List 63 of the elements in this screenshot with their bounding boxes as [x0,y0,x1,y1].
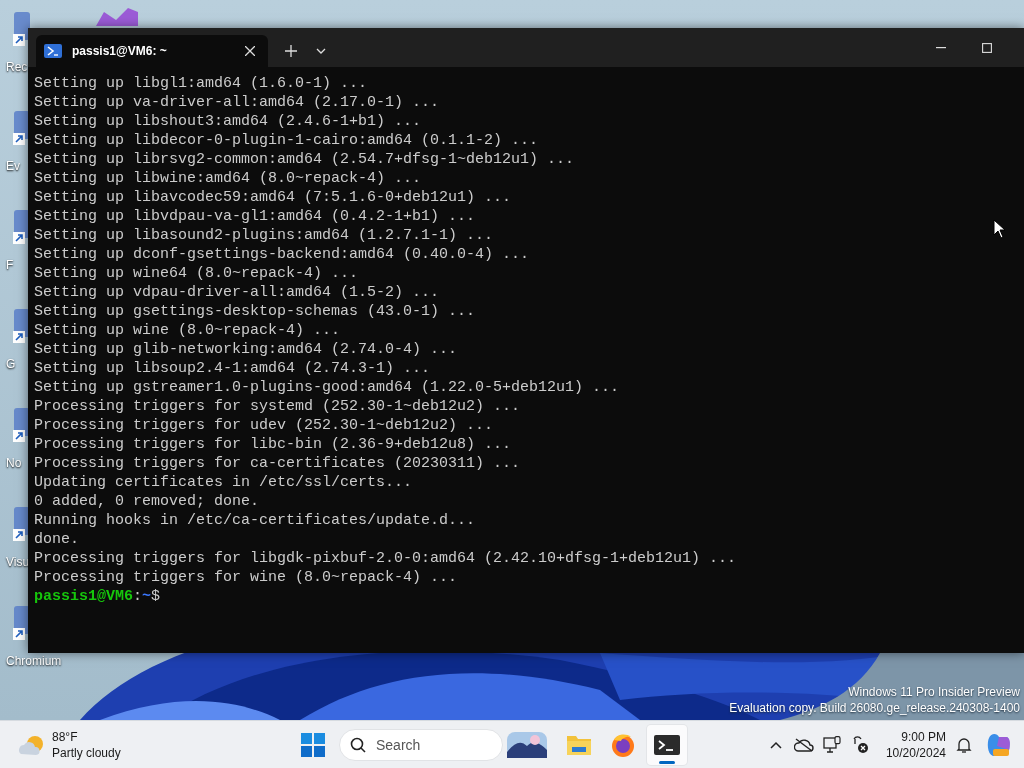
output-line: Processing triggers for systemd (252.30-1~deb12u2) ... [34,397,521,416]
bell-icon [956,735,972,754]
prompt-user-host: passis1@VM6 [34,588,134,605]
output-line: Setting up libdecor-0-plugin-1-cairo:amd64 (0.1.1-2) ... [34,131,539,150]
output-line: Setting up dconf-gsettings-backend:amd64 (0.40.0-4) ... [34,245,530,264]
output-line: Setting up gstreamer1.0-plugins-good:amd64 (1.22.0-5+deb12u1) ... [34,378,620,397]
output-line: Running hooks in /etc/ca-certificates/update.d... [34,511,476,530]
output-line: Setting up libvdpau-va-gl1:amd64 (0.4.2-1+b1) ... [34,207,476,226]
icon-label: Rec [6,60,28,74]
minimize-icon [936,46,946,49]
tab-title: passis1@VM6: ~ [72,44,168,58]
output-line: done. [34,530,79,549]
icon-label: Ev [6,159,20,173]
output-line: Processing triggers for wine (8.0~repack-4) ... [34,568,458,587]
powershell-icon [44,44,62,58]
cursor-icon [993,219,1007,239]
output-line: Setting up wine64 (8.0~repack-4) ... [34,264,359,283]
weather-condition: Partly cloudy [52,744,121,761]
terminal-tab[interactable]: passis1@VM6: ~ [36,35,268,67]
watermark-text: Evaluation copy. Build 26080.ge_release.240308-1400 [729,700,1020,716]
output-line: Updating certificates in /etc/ssl/certs... [34,473,413,492]
search-placeholder: Search [376,736,421,753]
close-icon [245,46,255,56]
output-line: Setting up libwine:amd64 (8.0~repack-4) ... [34,169,422,188]
maximize-icon [982,42,992,53]
clock[interactable]: 9:00 PM 10/20/2024 [881,728,950,761]
output-line: Setting up libasound2-plugins:amd64 (1.2.7.1-1) ... [34,226,494,245]
output-line: Setting up va-driver-all:amd64 (2.17.0-1) ... [34,93,440,112]
copilot-icon [985,731,1011,758]
output-line: Processing triggers for udev (252.30-1~deb12u2) ... [34,416,494,435]
icon-label: Visu [6,555,30,569]
prompt-path: ~ [142,588,152,605]
output-line: Setting up glib-networking:amd64 (2.74.0-4) ... [34,340,458,359]
icon-label: G [6,357,16,371]
output-line: Setting up libshout3:amd64 (2.4.6-1+b1) ... [34,112,422,131]
output-line: Processing triggers for libgdk-pixbuf-2.0-0:amd64 (2.42.10+dfsg-1+deb12u1) ... [34,549,737,568]
temperature: 88°F [52,728,79,745]
search-icon [350,736,366,753]
icon-label: No [6,456,22,470]
search-field[interactable]: Search [339,728,503,761]
output-line: Processing triggers for libc-bin (2.36-9+deb12u8) ... [34,435,512,454]
plus-icon [285,45,297,57]
output-line: Setting up libgl1:amd64 (1.6.0-1) ... [34,74,368,93]
watermark-text: Windows 11 Pro Insider Preview [847,684,1020,700]
output-line: Setting up vdpau-driver-all:amd64 (1.5-2) ... [34,283,440,302]
cloud-off-icon [793,737,814,752]
output-line: Setting up librsvg2-common:amd64 (2.54.7+dfsg-1~deb12u1) ... [34,150,575,169]
network-icon [822,735,841,754]
output-line: 0 added, 0 removed; done. [34,492,260,511]
output-line: Processing triggers for ca-certificates (20230311) ... [34,454,521,473]
prompt-symbol: : [133,588,143,605]
prompt-symbol: $ [151,588,161,605]
output-line: Setting up gsettings-desktop-schemas (43.0-1) ... [34,302,476,321]
output-line: Setting up libavcodec59:amd64 (7:5.1.6-0+deb12u1) ... [34,188,512,207]
taskbar-app[interactable] [647,724,687,765]
output-line: Setting up libsoup2.4-1:amd64 (2.74.3-1) ... [34,359,431,378]
start-icon [299,730,327,759]
search-highlight-icon[interactable] [507,731,547,758]
output-line: Setting up wine (8.0~repack-4) ... [34,321,341,340]
chevron-up-icon [769,740,782,749]
chevron-down-icon [316,48,326,54]
icon-label: F [6,258,14,272]
icon-label: Chromium [6,654,62,668]
